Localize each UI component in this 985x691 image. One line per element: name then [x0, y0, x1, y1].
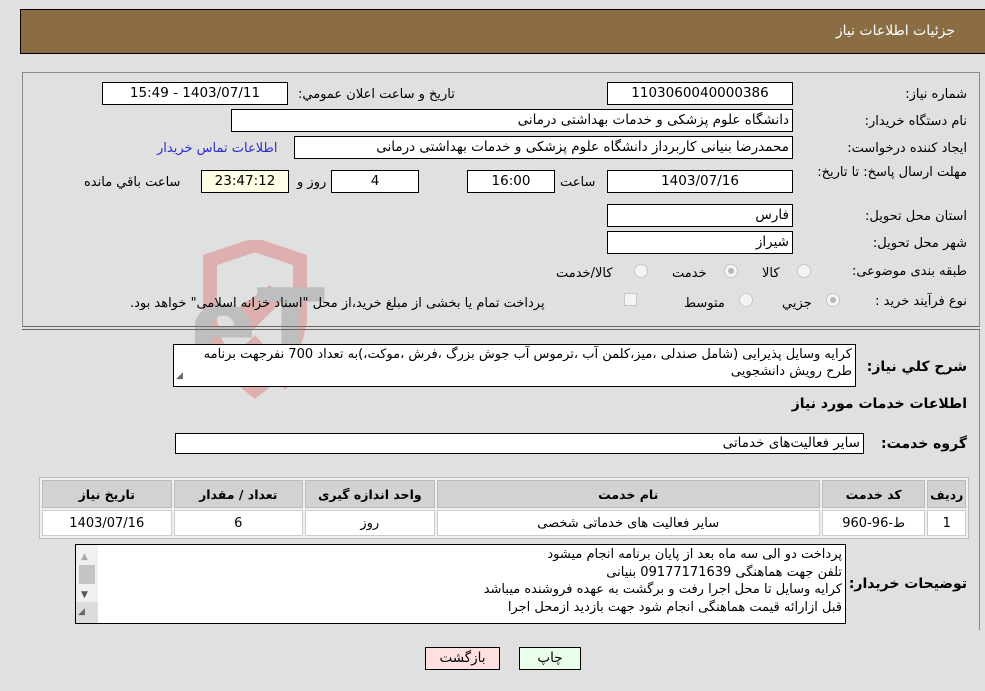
need-number-field: 1103060040000386: [607, 82, 793, 105]
col-service-code: کد خدمت: [821, 480, 926, 508]
process-label: نوع فرآیند خرید :: [875, 294, 967, 309]
resize-grip-icon[interactable]: ◢: [176, 368, 183, 385]
announce-datetime-field: 1403/07/11 - 15:49: [102, 82, 288, 105]
announce-label: تاریخ و ساعت اعلان عمومي:: [298, 87, 455, 102]
treasury-checkbox[interactable]: [624, 293, 637, 306]
treasury-checkbox-label: پرداخت تمام یا بخشی از مبلغ خرید،از محل …: [130, 296, 545, 311]
category-label: طبقه بندی موضوعی:: [851, 264, 967, 279]
remaining-time-field: 23:47:12: [201, 170, 289, 193]
col-unit: واحد اندازه گيری: [305, 480, 435, 508]
category-option-goods: کالا: [762, 266, 780, 281]
remaining-time-label: ساعت باقي مانده: [84, 175, 181, 190]
need-number-label: شماره نیاز:: [905, 87, 967, 102]
cell-quantity: 6: [173, 510, 304, 536]
service-group-label: گروه خدمت:: [881, 436, 967, 452]
buyer-notes-textarea[interactable]: پرداخت دو الی سه ماه بعد از پایان برنامه…: [75, 544, 846, 624]
services-table: رديف کد خدمت نام خدمت واحد اندازه گيری ت…: [39, 477, 969, 539]
category-radio-goods[interactable]: [797, 264, 811, 278]
days-label: روز و: [297, 175, 327, 190]
category-radio-goods-service[interactable]: [634, 264, 648, 278]
col-service-name: نام خدمت: [436, 480, 820, 508]
print-button[interactable]: چاپ: [519, 647, 581, 670]
cell-unit: روز: [305, 510, 435, 536]
services-section-title: اطلاعات خدمات مورد نياز: [791, 396, 967, 412]
col-row-number: رديف: [927, 480, 966, 508]
city-label: شهر محل تحویل:: [872, 236, 967, 251]
buyer-notes-label: توضيحات خريدار:: [848, 576, 967, 592]
cell-service-name: سایر فعالیت های خدماتی شخصی: [436, 510, 820, 536]
category-option-service: خدمت: [672, 266, 707, 281]
buyer-note-line: کرایه وسایل تا محل اجرا رفت و برگشت به ع…: [483, 582, 842, 597]
process-option-medium: متوسط: [684, 296, 725, 311]
deadline-date-field: 1403/07/16: [607, 170, 793, 193]
buyer-contact-link[interactable]: اطلاعات تماس خریدار: [157, 141, 277, 156]
city-field: شیراز: [607, 231, 793, 254]
description-textarea[interactable]: کرایه وسایل پذیرایی (شامل صندلی ،میز،کلم…: [173, 344, 856, 387]
service-group-field: سایر فعالیت‌های خدماتی: [175, 433, 864, 454]
category-radio-service[interactable]: [724, 264, 738, 278]
buyer-org-field: دانشگاه علوم پزشکی و خدمات بهداشتی درمان…: [231, 109, 793, 132]
buyer-note-line: تلفن جهت هماهنگی 09177171639 بنیانی: [606, 564, 842, 580]
cell-service-code: ط-96-960: [821, 510, 926, 536]
deadline-time-label: ساعت: [560, 175, 596, 190]
process-option-minor: جزيي: [782, 296, 812, 311]
description-text: کرایه وسایل پذیرایی (شامل صندلی ،میز،کلم…: [203, 347, 852, 379]
category-option-goods-service: کالا/خدمت: [556, 266, 613, 281]
scroll-up-icon[interactable]: ▲: [81, 549, 88, 567]
creator-field: محمدرضا بنیانی کاربرداز دانشگاه علوم پزش…: [294, 136, 793, 159]
page-header: جزئیات اطلاعات نیاز: [20, 9, 985, 54]
process-radio-medium[interactable]: [739, 293, 753, 307]
buyer-note-line: قبل ازارائه قیمت هماهنگی انجام شود جهت ب…: [507, 599, 842, 615]
province-field: فارس: [607, 204, 793, 227]
col-need-date: تاريخ نياز: [42, 480, 172, 508]
days-remaining-field: 4: [331, 170, 419, 193]
back-button[interactable]: بازگشت: [425, 647, 500, 670]
resize-grip-icon[interactable]: ◢: [78, 604, 85, 622]
table-row: 1 ط-96-960 سایر فعالیت های خدماتی شخصی ر…: [42, 510, 966, 536]
buyer-org-label: نام دستگاه خریدار:: [864, 114, 967, 129]
creator-label: ایجاد کننده درخواست:: [847, 141, 967, 156]
deadline-time-field: 16:00: [467, 170, 555, 193]
table-header-row: رديف کد خدمت نام خدمت واحد اندازه گيری ت…: [42, 480, 966, 508]
process-radio-minor[interactable]: [826, 293, 840, 307]
scroll-thumb[interactable]: [79, 565, 95, 584]
col-quantity: تعداد / مقدار: [173, 480, 304, 508]
buyer-note-line: پرداخت دو الی سه ماه بعد از پایان برنامه…: [547, 547, 842, 562]
province-label: استان محل تحویل:: [865, 209, 967, 224]
cell-need-date: 1403/07/16: [42, 510, 172, 536]
description-label: شرح کلي نياز:: [866, 359, 967, 375]
notes-scrollbar[interactable]: ▲ ▼ ◢: [76, 545, 98, 623]
page-title: جزئیات اطلاعات نیاز: [835, 23, 955, 39]
cell-row-number: 1: [927, 510, 966, 536]
deadline-label: مهلت ارسال پاسخ: تا تاریخ:: [817, 165, 967, 180]
